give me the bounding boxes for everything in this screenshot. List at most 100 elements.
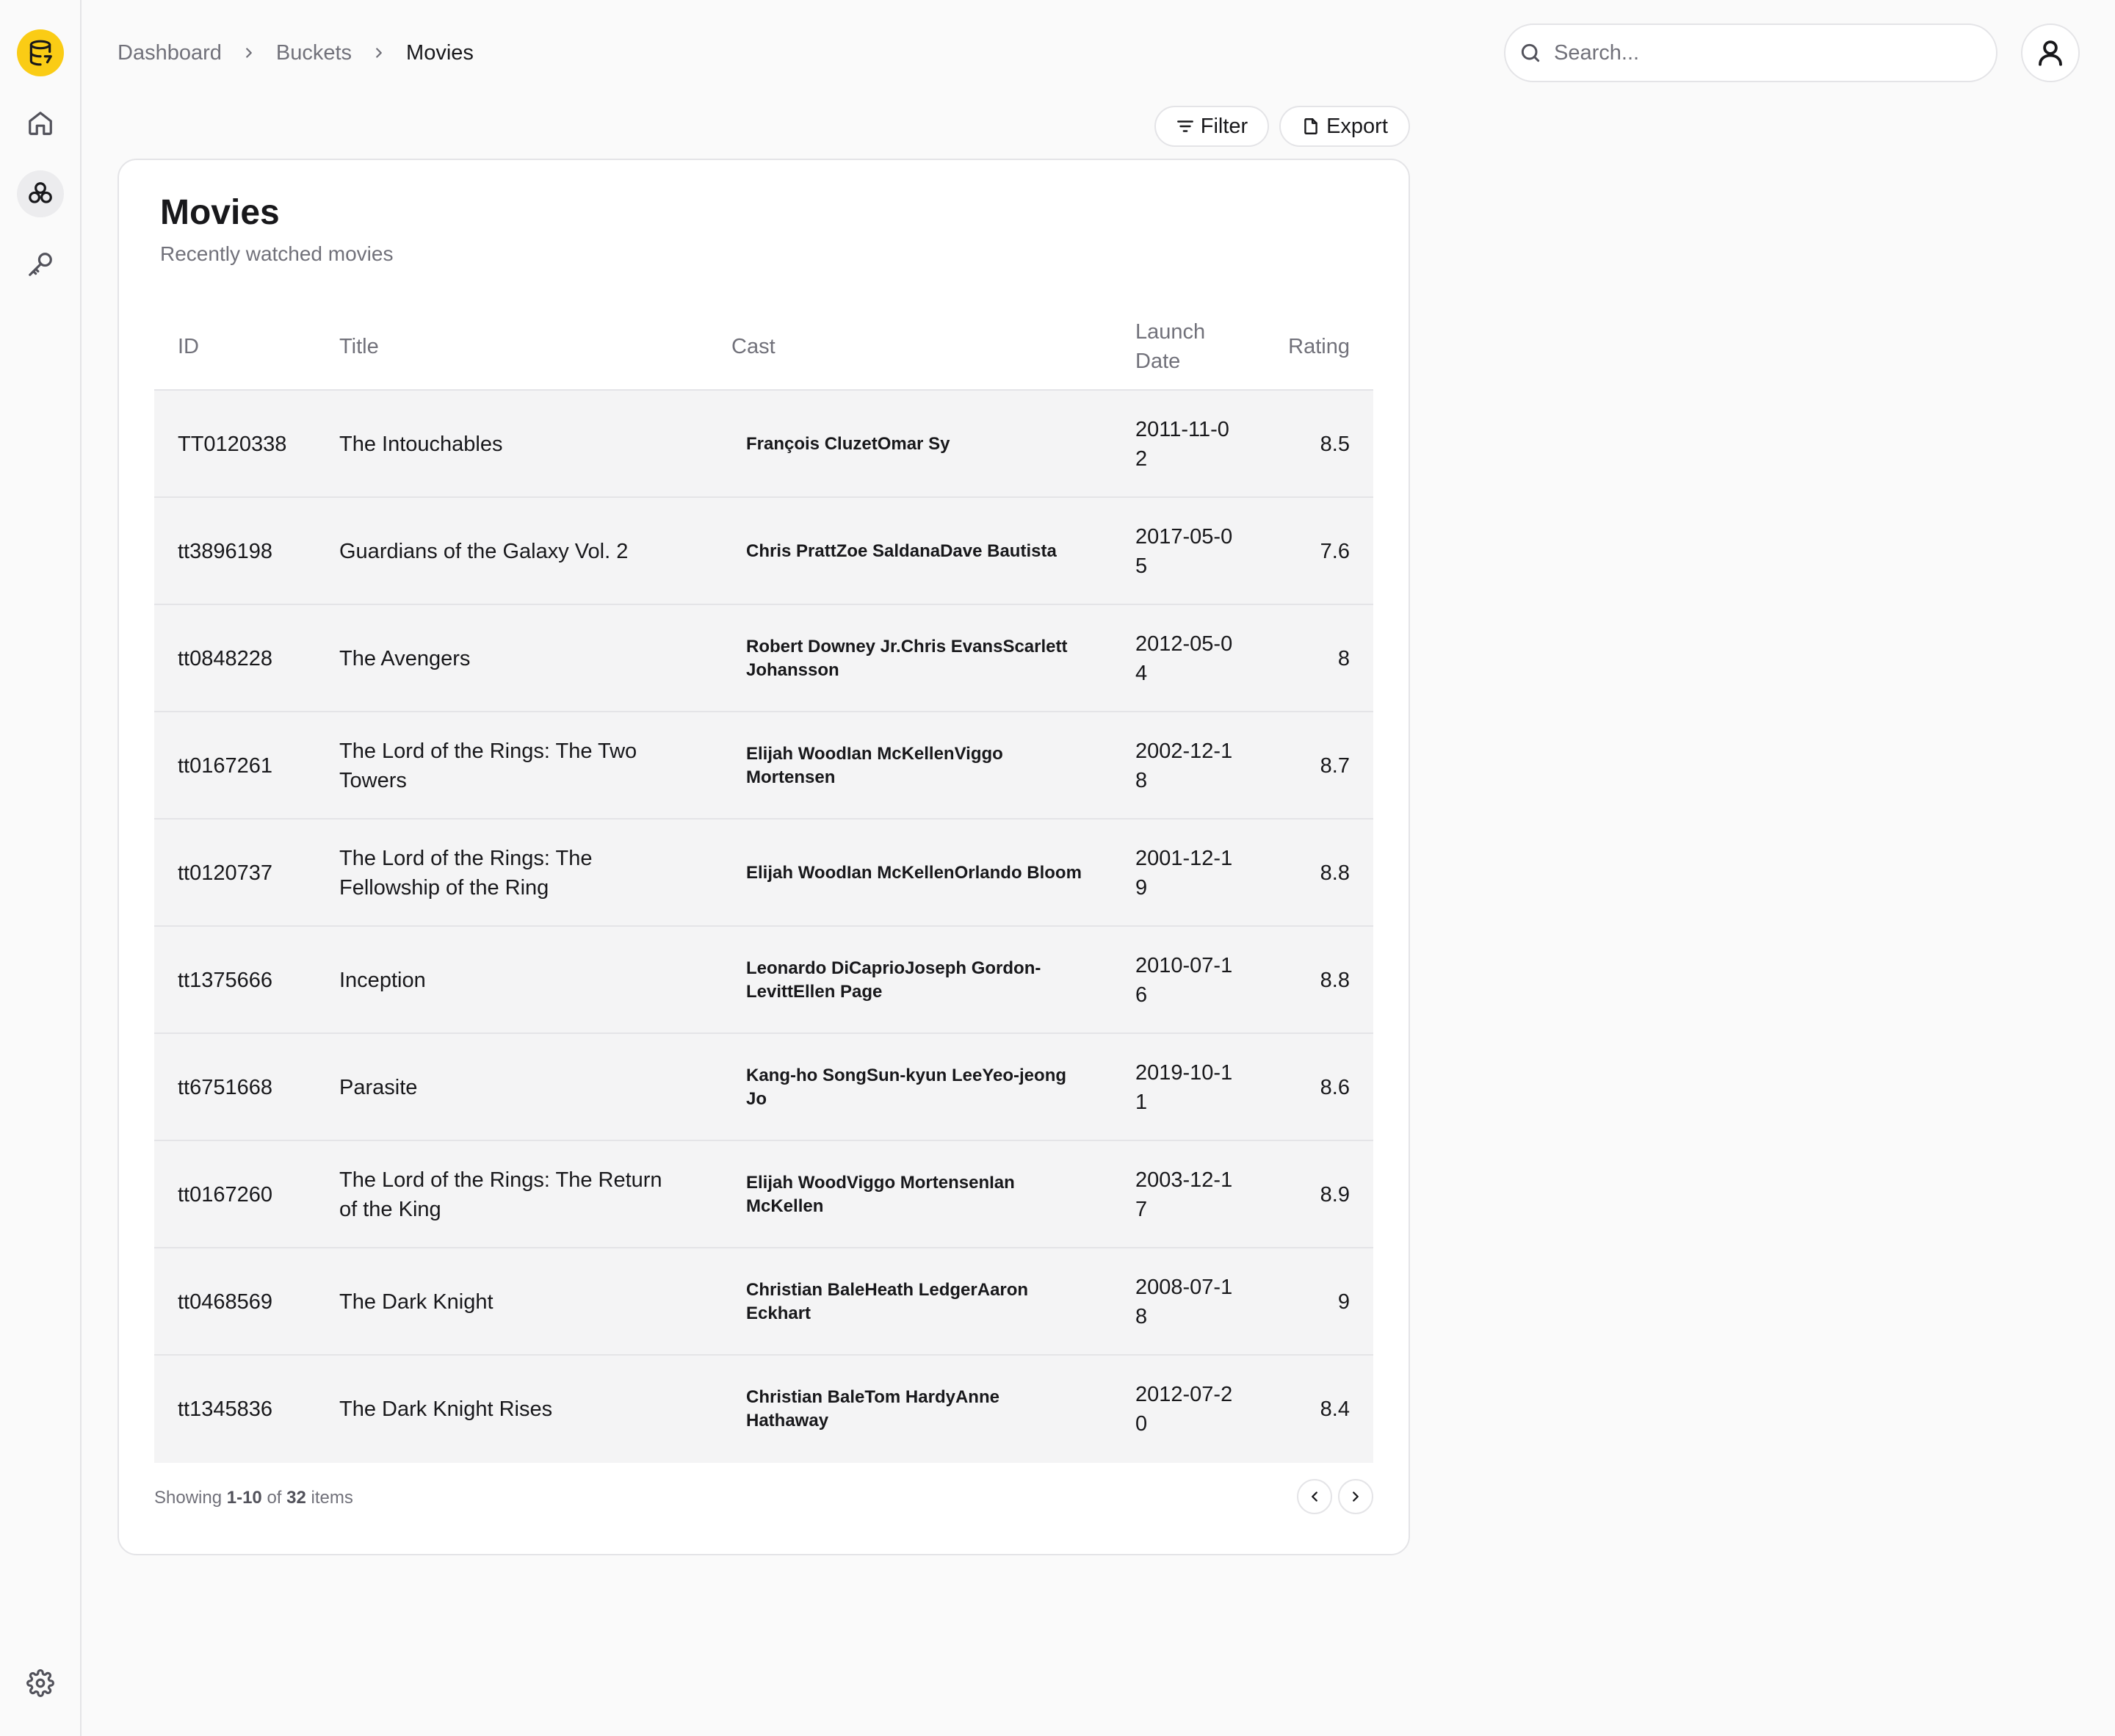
cell-cast: Elijah WoodViggo MortensenIan McKellen <box>746 1173 1015 1216</box>
cell-launch-date: 2003-12-17 <box>1135 1168 1233 1221</box>
cell-rating: 9 <box>1337 1290 1350 1314</box>
cell-rating: 8 <box>1337 646 1350 670</box>
table-header: ID Title Cast Launch Date Rating <box>154 303 1373 391</box>
cell-cast: François CluzetOmar Sy <box>746 434 950 454</box>
cell-title: The Avengers <box>339 647 471 670</box>
cell-rating: 8.7 <box>1320 753 1350 778</box>
cell-launch-date: 2008-07-18 <box>1135 1276 1233 1328</box>
cell-cast: Leonardo DiCaprioJoseph Gordon-LevittEll… <box>746 958 1041 1002</box>
table-row[interactable]: tt1375666 Inception Leonardo DiCaprioJosep… <box>154 927 1373 1034</box>
user-menu-button[interactable] <box>2021 23 2080 82</box>
cell-id: tt0120737 <box>178 861 273 885</box>
card-title: Movies <box>160 193 280 232</box>
cell-id: tt0167261 <box>178 753 273 778</box>
logo-button[interactable] <box>17 29 64 76</box>
cell-id: tt0167260 <box>178 1182 273 1207</box>
cell-rating: 8.8 <box>1320 968 1350 992</box>
filter-icon <box>1176 120 1193 132</box>
database-icon <box>29 40 52 66</box>
breadcrumb: Dashboard Buckets Movies <box>118 37 474 69</box>
table-body: TT0120338 The Intouchables François Cluzet… <box>154 391 1373 1463</box>
table-row[interactable]: tt3896198 Guardians of the Galaxy Vol. 2 C… <box>154 498 1373 605</box>
cell-rating: 8.9 <box>1320 1182 1350 1207</box>
cell-launch-date: 2019-10-11 <box>1135 1061 1233 1114</box>
chevron-left-icon <box>1312 1491 1317 1502</box>
column-header-cast[interactable]: Cast <box>731 332 776 361</box>
cell-title: The Lord of the Rings: The Return of the… <box>339 1168 662 1221</box>
sidebar-item-home[interactable] <box>17 100 64 147</box>
cell-title: The Lord of the Rings: The Two Towers <box>339 739 637 792</box>
table-row[interactable]: tt1345836 The Dark Knight Rises Christian … <box>154 1356 1373 1463</box>
search-input[interactable] <box>1554 40 1965 65</box>
cell-id: tt3896198 <box>178 539 273 563</box>
cell-cast: Christian BaleTom HardyAnne Hathaway <box>746 1387 999 1431</box>
cell-id: tt0468569 <box>178 1290 273 1314</box>
sidebar-item-buckets[interactable] <box>17 170 64 217</box>
breadcrumb-dashboard[interactable]: Dashboard <box>118 41 222 65</box>
cell-cast: Robert Downey Jr.Chris EvansScarlett Joh… <box>746 637 1068 680</box>
previous-page-button[interactable] <box>1297 1479 1332 1514</box>
pagination-summary: Showing 1-10 of 32 items <box>154 1488 353 1508</box>
cell-rating: 8.8 <box>1320 861 1350 885</box>
pagination-suffix: items <box>311 1488 353 1508</box>
export-label: Export <box>1326 114 1388 138</box>
search-box <box>1504 23 1998 82</box>
cell-rating: 8.4 <box>1320 1397 1350 1421</box>
cell-cast: Elijah WoodIan McKellenOrlando Bloom <box>746 863 1082 883</box>
card-subtitle: Recently watched movies <box>160 242 394 265</box>
breadcrumb-current: Movies <box>406 40 474 65</box>
cell-cast: Christian BaleHeath LedgerAaron Eckhart <box>746 1280 1029 1323</box>
sidebar-item-keys[interactable] <box>17 241 64 288</box>
column-header-id[interactable]: ID <box>178 332 199 361</box>
cell-title: The Intouchables <box>339 433 503 456</box>
cell-launch-date: 2002-12-18 <box>1135 739 1233 792</box>
cell-title: The Lord of the Rings: The Fellowship of… <box>339 847 593 900</box>
breadcrumb-buckets[interactable]: Buckets <box>276 41 352 65</box>
table-row[interactable]: tt0468569 The Dark Knight Christian BaleHe… <box>154 1248 1373 1356</box>
search-icon <box>1521 43 1540 62</box>
chevron-right-icon <box>241 45 257 61</box>
column-header-title[interactable]: Title <box>339 332 379 361</box>
cell-id: TT0120338 <box>178 432 287 456</box>
buckets-icon <box>29 182 52 203</box>
cell-launch-date: 2011-11-02 <box>1135 418 1229 471</box>
cell-cast: Elijah WoodIan McKellenViggo Mortensen <box>746 744 1003 787</box>
key-icon <box>29 253 52 276</box>
filter-button[interactable]: Filter <box>1154 106 1269 147</box>
cell-launch-date: 2012-07-20 <box>1135 1383 1233 1436</box>
cell-title: The Dark Knight <box>339 1290 494 1314</box>
sidebar-item-settings[interactable] <box>17 1660 64 1707</box>
chevron-right-icon <box>1353 1491 1359 1502</box>
table-row[interactable]: tt0848228 The Avengers Robert Downey Jr.Ch… <box>154 605 1373 712</box>
cell-title: Parasite <box>339 1076 418 1099</box>
table-row[interactable]: tt6751668 Parasite Kang-ho SongSun-kyun Le… <box>154 1034 1373 1141</box>
cell-id: tt1345836 <box>178 1397 273 1421</box>
sidebar <box>0 0 82 1736</box>
export-button[interactable]: Export <box>1279 106 1410 147</box>
chevron-right-icon <box>371 45 387 61</box>
user-icon <box>2039 40 2062 66</box>
movies-table: ID Title Cast Launch Date Rating TT01203… <box>154 303 1373 1463</box>
cell-title: The Dark Knight Rises <box>339 1397 553 1421</box>
table-row[interactable]: TT0120338 The Intouchables François Cluzet… <box>154 391 1373 498</box>
pagination-total: 32 <box>286 1488 306 1508</box>
column-header-rating[interactable]: Rating <box>1288 332 1350 361</box>
file-icon <box>1304 118 1317 134</box>
filter-label: Filter <box>1200 114 1248 138</box>
next-page-button[interactable] <box>1338 1479 1373 1514</box>
cell-id: tt6751668 <box>178 1075 273 1099</box>
home-icon <box>29 112 52 135</box>
pagination-of: of <box>267 1488 282 1508</box>
cell-title: Inception <box>339 969 426 992</box>
cell-launch-date: 2010-07-16 <box>1135 954 1233 1007</box>
table-row[interactable]: tt0120737 The Lord of the Rings: The Fell… <box>154 820 1373 927</box>
table-row[interactable]: tt0167261 The Lord of the Rings: The Two … <box>154 712 1373 820</box>
cell-launch-date: 2001-12-19 <box>1135 847 1233 900</box>
table-row[interactable]: tt0167260 The Lord of the Rings: The Retu… <box>154 1141 1373 1248</box>
column-header-launch-date[interactable]: Launch Date <box>1135 317 1223 376</box>
cell-rating: 8.6 <box>1320 1075 1350 1099</box>
cell-title: Guardians of the Galaxy Vol. 2 <box>339 540 629 563</box>
cell-launch-date: 2017-05-05 <box>1135 525 1233 578</box>
cell-id: tt0848228 <box>178 646 273 670</box>
cell-rating: 8.5 <box>1320 432 1350 456</box>
